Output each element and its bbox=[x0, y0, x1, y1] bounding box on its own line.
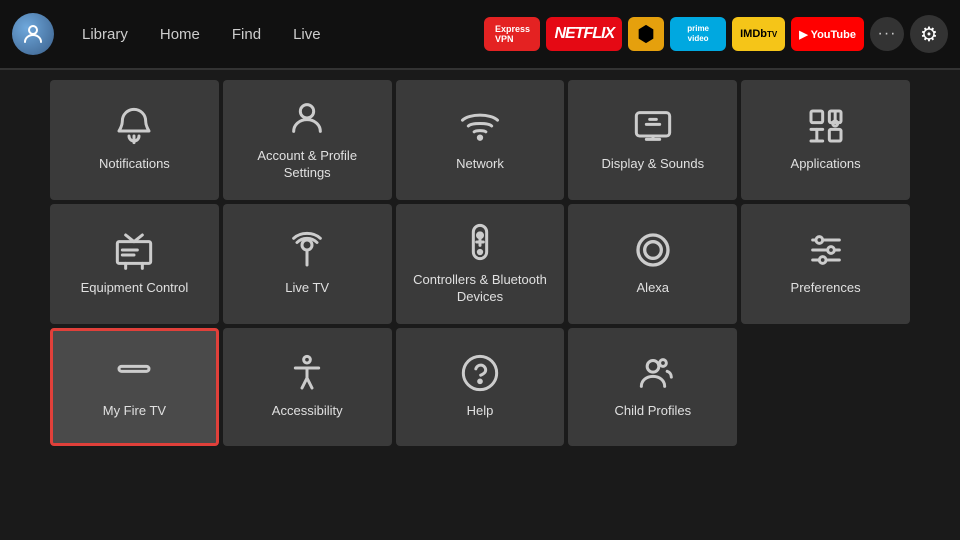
settings-tile-display[interactable]: Display & Sounds bbox=[568, 80, 737, 200]
settings-tile-notifications[interactable]: Notifications bbox=[50, 80, 219, 200]
app-prime[interactable]: primevideo bbox=[670, 17, 726, 51]
more-apps-button[interactable]: ··· bbox=[870, 17, 904, 51]
settings-container: Notifications Account & Profile Settings N… bbox=[0, 70, 960, 456]
tv-icon bbox=[114, 230, 154, 270]
nav-home[interactable]: Home bbox=[146, 20, 214, 49]
tile-label-applications: Applications bbox=[791, 156, 861, 173]
tile-label-account: Account & Profile Settings bbox=[233, 148, 382, 182]
nav-library[interactable]: Library bbox=[68, 20, 142, 49]
tile-label-accessibility: Accessibility bbox=[272, 403, 343, 420]
tile-label-equipment: Equipment Control bbox=[81, 280, 189, 297]
tile-label-notifications: Notifications bbox=[99, 156, 170, 173]
settings-tile-equipment[interactable]: Equipment Control bbox=[50, 204, 219, 324]
app-plex[interactable] bbox=[628, 17, 664, 51]
app-expressvpn[interactable]: ExpressVPN bbox=[484, 17, 540, 51]
nav-live[interactable]: Live bbox=[279, 20, 335, 49]
settings-tile-account[interactable]: Account & Profile Settings bbox=[223, 80, 392, 200]
nav-links: Library Home Find Live bbox=[68, 20, 335, 49]
firetv-icon bbox=[114, 353, 154, 393]
settings-grid: Notifications Account & Profile Settings N… bbox=[50, 80, 910, 446]
childprofiles-icon bbox=[633, 353, 673, 393]
nav-find[interactable]: Find bbox=[218, 20, 275, 49]
apps-icon bbox=[806, 106, 846, 146]
settings-tile-applications[interactable]: Applications bbox=[741, 80, 910, 200]
tile-label-controllers: Controllers & Bluetooth Devices bbox=[406, 272, 555, 306]
app-youtube[interactable]: ▶ YouTube bbox=[791, 17, 864, 51]
settings-tile-alexa[interactable]: Alexa bbox=[568, 204, 737, 324]
app-imdb[interactable]: IMDbTV bbox=[732, 17, 785, 51]
tile-label-alexa: Alexa bbox=[637, 280, 670, 297]
settings-button[interactable]: ⚙ bbox=[910, 15, 948, 53]
alexa-icon bbox=[633, 230, 673, 270]
tile-label-network: Network bbox=[456, 156, 504, 173]
tile-label-myfiretv: My Fire TV bbox=[103, 403, 166, 420]
display-icon bbox=[633, 106, 673, 146]
top-navigation: Library Home Find Live ExpressVPN NETFLI… bbox=[0, 0, 960, 68]
settings-tile-controllers[interactable]: Controllers & Bluetooth Devices bbox=[396, 204, 565, 324]
accessibility-icon bbox=[287, 353, 327, 393]
settings-tile-myfiretv[interactable]: My Fire TV bbox=[50, 328, 219, 446]
settings-tile-help[interactable]: Help bbox=[396, 328, 565, 446]
settings-tile-accessibility[interactable]: Accessibility bbox=[223, 328, 392, 446]
tile-label-help: Help bbox=[467, 403, 494, 420]
settings-tile-livetv[interactable]: Live TV bbox=[223, 204, 392, 324]
tile-label-display: Display & Sounds bbox=[601, 156, 704, 173]
bell-icon bbox=[114, 106, 154, 146]
settings-tile-childprofiles[interactable]: Child Profiles bbox=[568, 328, 737, 446]
help-icon bbox=[460, 353, 500, 393]
tile-label-livetv: Live TV bbox=[285, 280, 329, 297]
wifi-icon bbox=[460, 106, 500, 146]
app-netflix[interactable]: NETFLIX bbox=[546, 17, 622, 51]
nav-apps: ExpressVPN NETFLIX primevideo IMDbTV ▶ Y… bbox=[484, 15, 948, 53]
settings-tile-preferences[interactable]: Preferences bbox=[741, 204, 910, 324]
sliders-icon bbox=[806, 230, 846, 270]
settings-tile-network[interactable]: Network bbox=[396, 80, 565, 200]
person-icon bbox=[287, 98, 327, 138]
antenna-icon bbox=[287, 230, 327, 270]
tile-label-childprofiles: Child Profiles bbox=[614, 403, 691, 420]
tile-label-preferences: Preferences bbox=[791, 280, 861, 297]
user-avatar[interactable] bbox=[12, 13, 54, 55]
remote-icon bbox=[460, 222, 500, 262]
